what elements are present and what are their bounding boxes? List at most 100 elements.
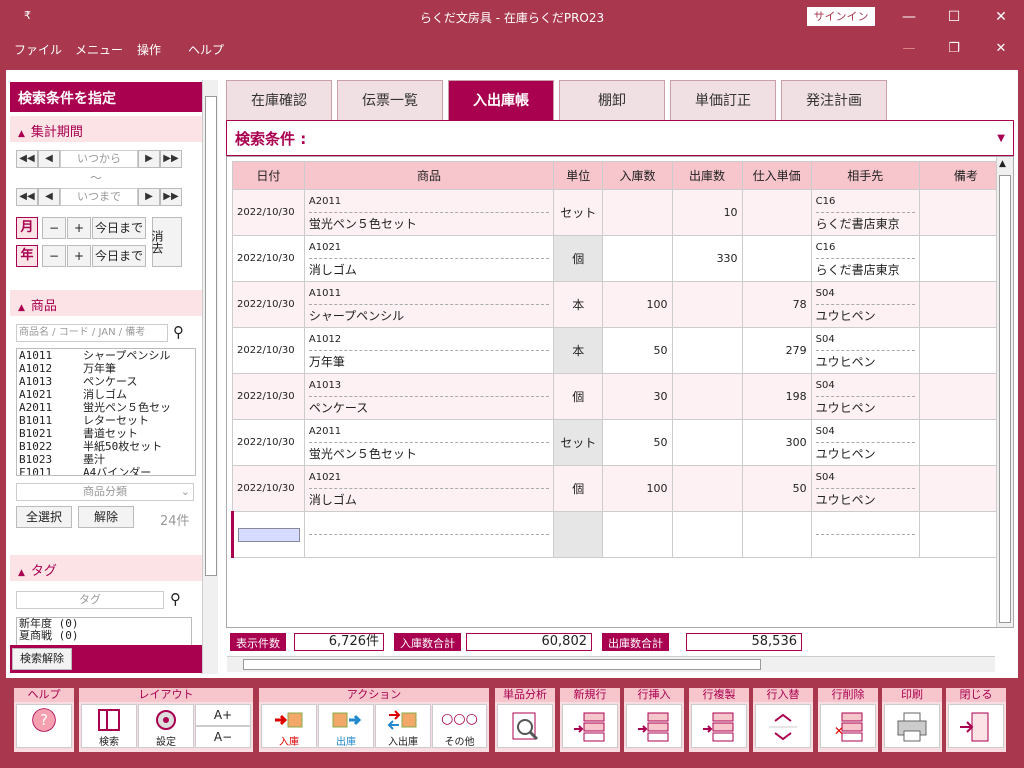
table-row[interactable]: 2022/10/30 A2011 蛍光ペン５色セット セット 50 300 S04 ユウヒペン xyxy=(232,419,1013,466)
product-cell[interactable]: A1021 消しゴム xyxy=(303,235,555,282)
in-qty-cell[interactable] xyxy=(602,189,673,236)
menu-menu[interactable]: メニュー xyxy=(75,41,123,58)
out-qty-cell[interactable] xyxy=(671,419,743,466)
copy-row-button[interactable] xyxy=(691,704,747,748)
partner-cell[interactable]: S04 ユウヒペン xyxy=(810,327,920,374)
tag-search-input[interactable]: タグ xyxy=(16,591,164,609)
in-qty-cell[interactable]: 30 xyxy=(602,373,673,420)
date-from-input[interactable]: いつから xyxy=(60,150,138,168)
unit-cell[interactable]: 本 xyxy=(553,281,604,328)
new-entry-row[interactable] xyxy=(231,511,1013,558)
year-minus-button[interactable]: − xyxy=(42,245,66,267)
product-cell[interactable]: A1013 ペンケース xyxy=(303,373,555,420)
doc-restore-icon[interactable]: ❐ xyxy=(939,38,969,60)
table-row[interactable]: 2022/10/30 A1012 万年筆 本 50 279 S04 ユウヒペン xyxy=(232,327,1013,374)
table-row[interactable]: 2022/10/30 A1013 ペンケース 個 30 198 S04 ユウヒペン xyxy=(232,373,1013,420)
tag-item[interactable]: 夏商戦 (0) xyxy=(19,630,191,642)
out-qty-cell[interactable] xyxy=(671,465,743,512)
table-row[interactable]: 2022/10/30 A1011 シャープペンシル 本 100 78 S04 ユウヒペン xyxy=(232,281,1013,328)
date-cell[interactable]: 2022/10/30 xyxy=(232,465,305,512)
search-icon[interactable]: ⚲ xyxy=(173,323,184,341)
to-next-button[interactable]: ▶ xyxy=(138,188,160,206)
unit-cell[interactable]: セット xyxy=(553,189,604,236)
ship-button[interactable]: 出庫 xyxy=(318,704,374,748)
from-first-button[interactable]: ◀◀ xyxy=(16,150,38,168)
in-qty-cell[interactable]: 100 xyxy=(602,465,673,512)
product-cell[interactable]: A1011 シャープペンシル xyxy=(303,281,555,328)
new-row-button[interactable] xyxy=(562,704,618,748)
date-cell[interactable]: 2022/10/30 xyxy=(232,235,305,282)
price-cell[interactable] xyxy=(741,235,812,282)
in-qty-cell[interactable]: 50 xyxy=(602,419,673,466)
in-qty-cell[interactable] xyxy=(602,235,673,282)
tab-4[interactable]: 単価訂正 xyxy=(670,80,776,120)
insert-row-button[interactable] xyxy=(626,704,682,748)
signin-button[interactable]: サインイン xyxy=(807,7,875,26)
close-icon[interactable]: ✕ xyxy=(986,6,1016,28)
from-last-button[interactable]: ▶▶ xyxy=(160,150,182,168)
release-button[interactable]: 解除 xyxy=(78,506,134,528)
out-qty-cell[interactable] xyxy=(671,327,743,374)
price-cell[interactable] xyxy=(741,189,812,236)
other-button[interactable]: ○○○ その他 xyxy=(432,704,487,748)
doc-minimize-icon[interactable]: — xyxy=(894,38,924,60)
period-section-header[interactable]: ▲ 集計期間 xyxy=(10,116,202,142)
out-qty-cell[interactable]: 10 xyxy=(671,189,743,236)
product-list-item[interactable]: F1011 A4バインダー xyxy=(17,466,195,475)
date-to-input[interactable]: いつまで xyxy=(60,188,138,206)
to-last-button[interactable]: ▶▶ xyxy=(160,188,182,206)
font-up-button[interactable]: A+ xyxy=(195,704,251,726)
settings-button[interactable]: 設定 xyxy=(138,704,194,748)
swap-row-button[interactable] xyxy=(755,704,811,748)
product-list-item[interactable]: B1023 墨汁 xyxy=(17,453,195,466)
clear-search-button[interactable]: 検索解除 xyxy=(12,648,72,670)
chevron-down-icon[interactable]: ▼ xyxy=(997,133,1005,144)
column-header[interactable]: 相手先 xyxy=(810,161,920,190)
from-prev-button[interactable]: ◀ xyxy=(38,150,60,168)
out-qty-cell[interactable] xyxy=(671,281,743,328)
tag-list[interactable]: 新年度 (0) 夏商戦 (0) xyxy=(16,617,192,647)
product-search-input[interactable]: 商品名 / コード / JAN / 備考 xyxy=(16,324,168,342)
product-list-item[interactable]: A1011 シャープペンシル xyxy=(17,349,195,362)
product-list-item[interactable]: A2011 蛍光ペン５色セッ xyxy=(17,401,195,414)
unit-cell[interactable]: 個 xyxy=(553,373,604,420)
product-list[interactable]: A1011 シャープペンシル A1012 万年筆 A1013 ペンケース A1021 消しゴム… xyxy=(16,348,196,476)
select-all-button[interactable]: 全選択 xyxy=(16,506,72,528)
price-cell[interactable]: 50 xyxy=(741,465,812,512)
grid-horizontal-scrollbar[interactable] xyxy=(227,656,995,672)
product-list-item[interactable]: B1022 半紙50枚セット xyxy=(17,440,195,453)
date-cell[interactable]: 2022/10/30 xyxy=(232,419,305,466)
table-row[interactable]: 2022/10/30 A2011 蛍光ペン５色セット セット 10 C16 らくだ書店東京 xyxy=(232,189,1013,236)
maximize-icon[interactable]: ☐ xyxy=(939,6,969,28)
close-window-button[interactable] xyxy=(948,704,1004,748)
product-cell[interactable] xyxy=(303,511,555,558)
font-down-button[interactable]: A− xyxy=(195,726,251,748)
product-list-item[interactable]: A1021 消しゴム xyxy=(17,388,195,401)
partner-cell[interactable] xyxy=(810,511,920,558)
tab-0[interactable]: 在庫確認 xyxy=(226,80,332,120)
product-list-item[interactable]: A1012 万年筆 xyxy=(17,362,195,375)
product-cell[interactable]: A2011 蛍光ペン５色セット xyxy=(303,419,555,466)
column-header[interactable]: 日付 xyxy=(232,161,305,190)
price-cell[interactable]: 279 xyxy=(741,327,812,374)
category-select[interactable]: 商品分類 ⌄ xyxy=(16,483,194,501)
search-layout-button[interactable]: 検索 xyxy=(81,704,137,748)
partner-cell[interactable]: S04 ユウヒペン xyxy=(810,419,920,466)
to-prev-button[interactable]: ◀ xyxy=(38,188,60,206)
unit-cell[interactable]: 個 xyxy=(553,235,604,282)
column-header[interactable]: 入庫数 xyxy=(602,161,673,190)
partner-cell[interactable]: S04 ユウヒペン xyxy=(810,465,920,512)
date-cell[interactable]: 2022/10/30 xyxy=(232,327,305,374)
tag-section-header[interactable]: ▲ タグ xyxy=(10,555,202,581)
scroll-thumb[interactable] xyxy=(243,659,761,670)
date-cell[interactable]: 2022/10/30 xyxy=(232,189,305,236)
print-button[interactable] xyxy=(884,704,940,748)
product-cell[interactable]: A1021 消しゴム xyxy=(303,465,555,512)
from-next-button[interactable]: ▶ xyxy=(138,150,160,168)
tab-1[interactable]: 伝票一覧 xyxy=(337,80,443,120)
in-qty-cell[interactable]: 100 xyxy=(602,281,673,328)
help-button[interactable]: ? xyxy=(16,704,72,748)
scroll-thumb[interactable] xyxy=(205,96,217,576)
product-cell[interactable]: A1012 万年筆 xyxy=(303,327,555,374)
product-list-item[interactable]: A1013 ペンケース xyxy=(17,375,195,388)
